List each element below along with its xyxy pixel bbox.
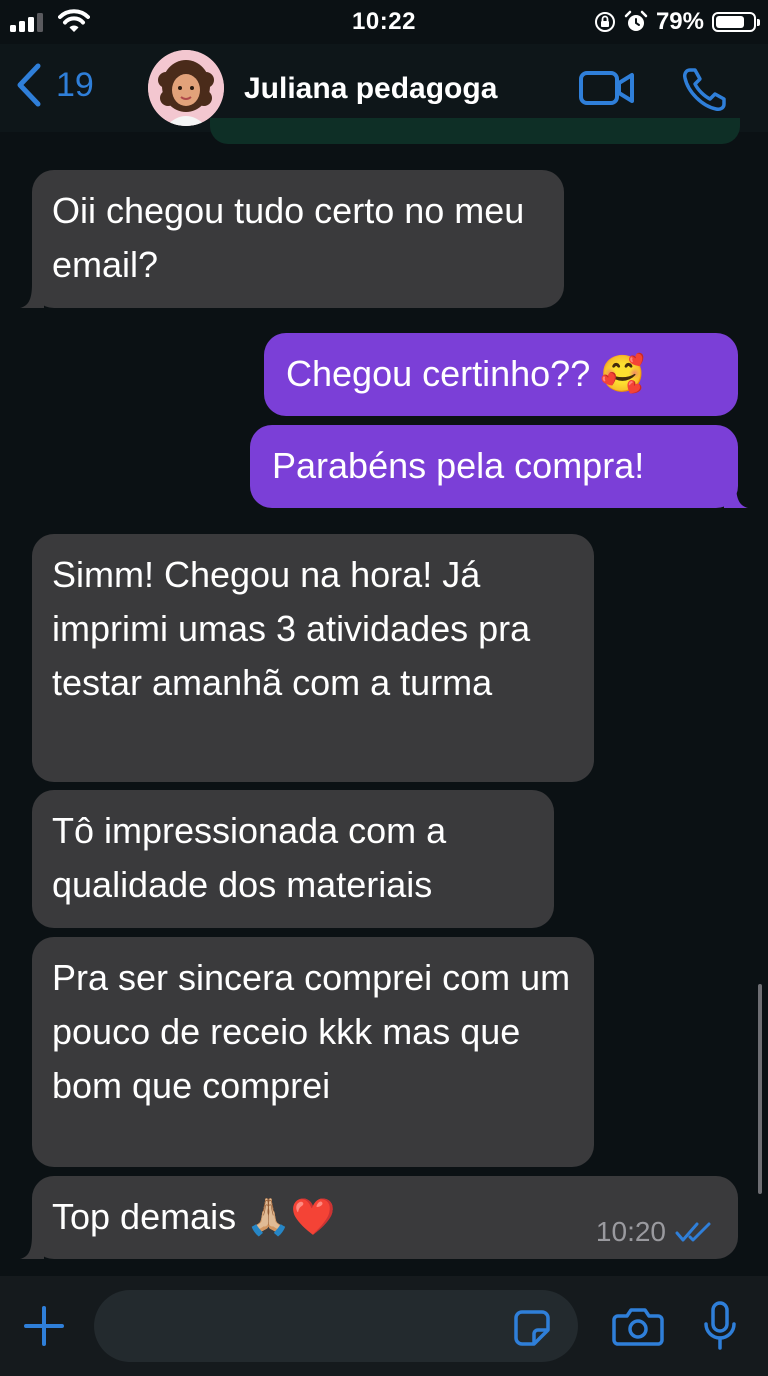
message-bubble-incoming[interactable]: Simm! Chegou na hora! Já imprimi umas 3 … <box>32 534 594 782</box>
sticker-icon[interactable] <box>512 1308 552 1348</box>
microphone-icon[interactable] <box>702 1300 738 1352</box>
video-call-icon[interactable] <box>578 70 636 106</box>
battery-percent: 79% <box>655 8 704 35</box>
message-bubble-incoming[interactable]: Oii chegou tudo certo no meu email? <box>32 170 564 308</box>
phone-call-icon[interactable] <box>682 66 730 112</box>
avatar[interactable] <box>148 50 224 126</box>
orientation-lock-icon <box>594 12 615 32</box>
alarm-icon <box>624 10 648 31</box>
message-text: Top demais 🙏🏼❤️ <box>52 1196 336 1237</box>
double-check-icon <box>675 1222 711 1242</box>
message-bubble-incoming[interactable]: Tô impressionada com a qualidade dos mat… <box>32 790 554 928</box>
camera-icon[interactable] <box>612 1306 664 1346</box>
contact-name[interactable]: Juliana pedagoga <box>244 72 497 106</box>
message-bubble-incoming[interactable]: Pra ser sincera comprei com um pouco de … <box>32 937 594 1167</box>
chevron-left-icon <box>17 63 41 107</box>
unread-count: 19 <box>56 65 94 104</box>
bubble-tail <box>724 484 748 508</box>
message-text: Pra ser sincera comprei com um pouco de … <box>52 957 571 1106</box>
plus-icon[interactable] <box>22 1304 66 1348</box>
message-input[interactable] <box>94 1290 578 1362</box>
message-time: 10:20 <box>595 1216 666 1247</box>
message-meta: 10:20 <box>596 1217 716 1247</box>
message-text: Tô impressionada com a qualidade dos mat… <box>52 810 447 905</box>
back-button[interactable]: 19 <box>14 62 94 108</box>
bubble-tail <box>20 1235 44 1259</box>
battery-level <box>716 16 745 28</box>
battery-icon <box>712 12 760 32</box>
scrollbar[interactable] <box>758 984 762 1194</box>
message-text: Chegou certinho?? 🥰 <box>286 353 646 394</box>
message-text: Parabéns pela compra! <box>272 445 645 486</box>
previous-message-edge <box>210 118 740 144</box>
message-bubble-outgoing[interactable]: Parabéns pela compra! <box>250 425 738 508</box>
composer-bar <box>0 1276 768 1376</box>
message-text: Simm! Chegou na hora! Já imprimi umas 3 … <box>52 554 531 703</box>
status-bar: 10:22 79% <box>0 0 768 44</box>
message-bubble-outgoing[interactable]: Chegou certinho?? 🥰 <box>264 333 738 416</box>
message-bubble-incoming[interactable]: Top demais 🙏🏼❤️ 10:20 <box>32 1176 738 1259</box>
bubble-tail <box>20 284 44 308</box>
message-text: Oii chegou tudo certo no meu email? <box>52 190 525 285</box>
